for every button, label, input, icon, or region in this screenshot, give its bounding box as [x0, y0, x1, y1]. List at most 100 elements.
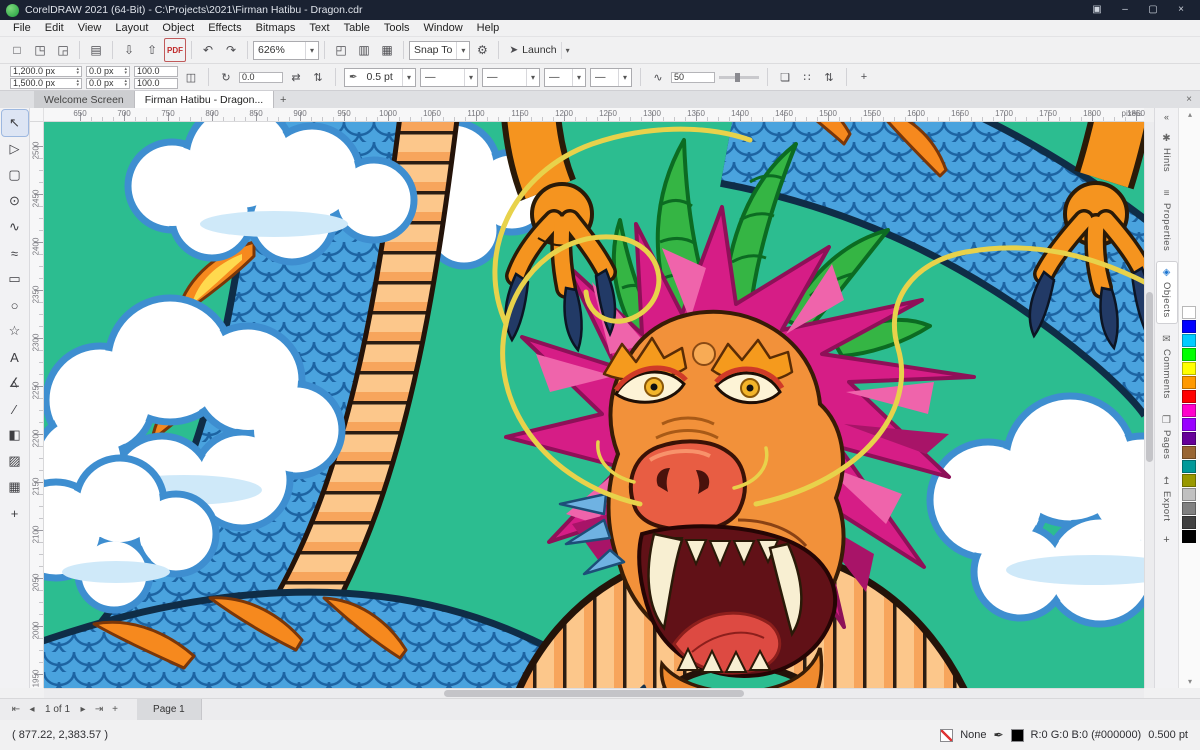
vertical-scrollbar[interactable]: [1144, 122, 1154, 688]
smoothing-field[interactable]: 50: [671, 71, 715, 83]
page-tab[interactable]: Page 1: [137, 699, 202, 720]
color-swatch[interactable]: [1182, 502, 1196, 515]
object-width-field[interactable]: 1,200.0 px ▴ ▾: [10, 65, 82, 77]
parallel-dimension-tool[interactable]: ∡: [2, 370, 28, 396]
fill-color-chip[interactable]: [940, 728, 954, 742]
zoom-level-combo[interactable]: 626% ▾: [253, 40, 319, 60]
customize-plus-button[interactable]: +: [855, 68, 873, 86]
chevron-down-icon[interactable]: ▾: [304, 41, 314, 59]
docker-tab-objects[interactable]: ◈ Objects: [1156, 262, 1177, 324]
add-page-button[interactable]: +: [107, 704, 123, 715]
menu-object[interactable]: Object: [155, 22, 201, 34]
outline-width-combo[interactable]: ✒ 0.5 pt ▾: [344, 67, 416, 87]
menu-view[interactable]: View: [71, 22, 109, 34]
color-swatch[interactable]: [1182, 432, 1196, 445]
first-page-button[interactable]: ⇤: [8, 704, 24, 715]
color-swatch[interactable]: [1182, 474, 1196, 487]
redo-icon[interactable]: ↷: [220, 40, 242, 60]
palette-scroll-up-icon[interactable]: ▴: [1179, 110, 1200, 119]
mirror-horizontal-button[interactable]: ⇄: [287, 68, 305, 86]
docker-tab-export[interactable]: ↥ Export: [1157, 471, 1177, 526]
menu-text[interactable]: Text: [302, 22, 336, 34]
print-icon[interactable]: ▤: [85, 40, 107, 60]
color-swatch[interactable]: [1182, 390, 1196, 403]
lock-ratio-button[interactable]: ◫: [182, 68, 200, 86]
position-y-field[interactable]: 0.0 px ▴ ▾: [86, 77, 130, 89]
artistic-media-tool[interactable]: ≈: [2, 240, 28, 266]
color-swatch[interactable]: [1182, 488, 1196, 501]
menu-bitmaps[interactable]: Bitmaps: [249, 22, 303, 34]
shape-tool[interactable]: ▷: [2, 136, 28, 162]
horizontal-scrollbar[interactable]: [44, 688, 1144, 698]
arrowhead-end-combo[interactable]: — ▾: [590, 67, 632, 87]
show-grid-icon[interactable]: ▦: [376, 40, 398, 60]
close-document-icon[interactable]: ×: [1186, 94, 1192, 105]
docker-tab-pages[interactable]: ❐ Pages: [1157, 410, 1177, 464]
fullscreen-preview-icon[interactable]: ◰: [330, 40, 352, 60]
chevron-down-icon[interactable]: ▾: [456, 41, 465, 59]
crop-tool[interactable]: ▢: [2, 162, 28, 188]
show-rulers-icon[interactable]: ▥: [353, 40, 375, 60]
scale-y-field[interactable]: 100.0: [134, 77, 178, 89]
mesh-fill-tool[interactable]: ▦: [2, 474, 28, 500]
color-swatch[interactable]: [1182, 404, 1196, 417]
color-swatch[interactable]: [1182, 418, 1196, 431]
close-button[interactable]: ×: [1168, 1, 1194, 19]
import-icon[interactable]: ⇩: [118, 40, 140, 60]
next-page-button[interactable]: ▸: [75, 704, 91, 715]
line-style-combo-2[interactable]: — ▾: [482, 67, 540, 87]
workspace-panel-icon[interactable]: ▣: [1084, 1, 1110, 19]
arrowhead-start-combo[interactable]: — ▾: [544, 67, 586, 87]
zoom-tool[interactable]: ⊙: [2, 188, 28, 214]
open-icon[interactable]: ◳: [29, 40, 51, 60]
docker-collapse-icon[interactable]: «: [1164, 112, 1169, 122]
vertical-ruler[interactable]: 2500 2450 2400 2350 2300 2250 2200 2150 2100 2050…: [30, 122, 44, 688]
docker-add-button[interactable]: +: [1163, 534, 1169, 546]
add-tool-button[interactable]: +: [2, 500, 28, 526]
position-x-field[interactable]: 0.0 px ▴ ▾: [86, 65, 130, 77]
transparency-tool[interactable]: ▨: [2, 448, 28, 474]
chevron-down-icon[interactable]: ▾: [525, 68, 535, 86]
options-gear-icon[interactable]: ⚙: [471, 40, 493, 60]
ellipse-tool[interactable]: ○: [2, 292, 28, 318]
chevron-down-icon[interactable]: ▾: [401, 68, 411, 86]
menu-window[interactable]: Window: [417, 22, 470, 34]
menu-effects[interactable]: Effects: [201, 22, 248, 34]
publish-pdf-icon[interactable]: PDF: [164, 38, 186, 62]
rectangle-tool[interactable]: ▭: [2, 266, 28, 292]
scale-x-field[interactable]: 100.0: [134, 65, 178, 77]
outline-color-chip[interactable]: [1010, 728, 1024, 742]
maximize-button[interactable]: ▢: [1140, 1, 1166, 19]
color-swatch[interactable]: [1182, 446, 1196, 459]
color-swatch[interactable]: [1182, 362, 1196, 375]
text-tool[interactable]: A: [2, 344, 28, 370]
drop-shadow-tool[interactable]: ◧: [2, 422, 28, 448]
color-swatch[interactable]: [1182, 530, 1196, 543]
object-height-field[interactable]: 1,500.0 px ▴ ▾: [10, 77, 82, 89]
swap-button[interactable]: ⇅: [820, 68, 838, 86]
minimize-button[interactable]: –: [1112, 1, 1138, 19]
menu-edit[interactable]: Edit: [38, 22, 71, 34]
horizontal-ruler[interactable]: pixels 650 700 750 800 850 900 950 1000 1050 1100 1…: [44, 108, 1145, 122]
chevron-down-icon[interactable]: ▾: [560, 41, 570, 59]
color-swatch[interactable]: [1182, 334, 1196, 347]
palette-scroll-down-icon[interactable]: ▾: [1179, 677, 1200, 686]
drawing-canvas[interactable]: [44, 122, 1144, 688]
undo-icon[interactable]: ↶: [197, 40, 219, 60]
line-style-combo-1[interactable]: — ▾: [420, 67, 478, 87]
freehand-tool[interactable]: ∿: [2, 214, 28, 240]
color-swatch[interactable]: [1182, 348, 1196, 361]
color-swatch[interactable]: [1182, 376, 1196, 389]
smoothing-slider[interactable]: [719, 72, 759, 82]
color-swatch[interactable]: [1182, 306, 1196, 319]
last-page-button[interactable]: ⇥: [91, 704, 107, 715]
tab-firman-hatibu-dragon[interactable]: Firman Hatibu - Dragon...: [134, 91, 275, 108]
docker-tab-comments[interactable]: ✉ Comments: [1157, 329, 1177, 404]
previous-page-button[interactable]: ◂: [24, 704, 40, 715]
snap-to-dropdown[interactable]: Snap To ▾: [409, 40, 471, 60]
horizontal-scrollbar-thumb[interactable]: [444, 690, 744, 697]
docker-tab-hints[interactable]: ✱ Hints: [1157, 128, 1177, 177]
chevron-down-icon[interactable]: ▾: [571, 68, 581, 86]
treat-as-filled-button[interactable]: ∷: [798, 68, 816, 86]
menu-help[interactable]: Help: [470, 22, 507, 34]
